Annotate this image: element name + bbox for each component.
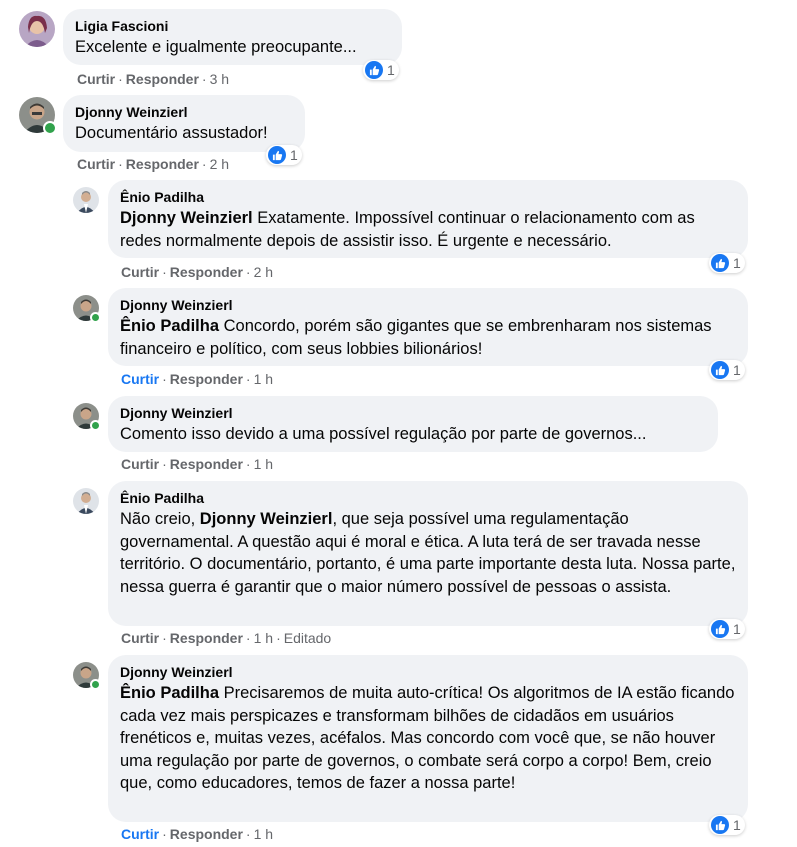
like-button[interactable]: Curtir — [77, 156, 115, 172]
comment-actions: Curtir · Responder · 1 h · Editado — [121, 629, 331, 647]
edited-label[interactable]: Editado — [284, 630, 331, 646]
thumbs-up-icon — [711, 361, 729, 379]
like-button[interactable]: Curtir — [121, 264, 159, 280]
online-status-indicator — [90, 420, 101, 431]
comment-author[interactable]: Djonny Weinzierl — [120, 663, 736, 681]
reaction-count[interactable]: 1 — [363, 60, 399, 80]
reaction-count[interactable]: 1 — [709, 360, 745, 380]
comment-time[interactable]: 3 h — [210, 71, 229, 87]
reaction-count[interactable]: 1 — [709, 619, 745, 639]
separator-dot: · — [162, 264, 167, 280]
thumbs-up-icon — [268, 146, 286, 164]
comment-actions: Curtir · Responder · 1 h — [121, 825, 273, 843]
mention-link[interactable]: Ênio Padilha — [120, 684, 219, 702]
reaction-count-value: 1 — [733, 817, 741, 833]
avatar[interactable] — [73, 488, 99, 514]
separator-dot: · — [118, 156, 123, 172]
comment-time[interactable]: 1 h — [254, 826, 273, 842]
reaction-count-value: 1 — [290, 147, 298, 163]
comment-author[interactable]: Ligia Fascioni — [75, 17, 390, 35]
comment-text: Excelente e igualmente preocupante... — [75, 38, 357, 56]
thumbs-up-icon — [711, 816, 729, 834]
comment-bubble: Djonny Weinzierl Comento isso devido a u… — [108, 396, 718, 452]
separator-dot: · — [201, 71, 207, 87]
separator-dot: · — [276, 630, 281, 646]
avatar[interactable] — [19, 11, 55, 47]
mention-link[interactable]: Djonny Weinzierl — [200, 510, 333, 528]
comment-text: Djonny Weinzierl Exatamente. Impossível … — [120, 207, 736, 252]
reaction-count-value: 1 — [733, 255, 741, 271]
like-button[interactable]: Curtir — [77, 71, 115, 87]
reply-button[interactable]: Responder — [126, 71, 199, 87]
comment-actions: Curtir · Responder · 3 h — [77, 70, 229, 88]
comment-text: Ênio Padilha Precisaremos de muita auto-… — [120, 682, 736, 795]
reaction-count[interactable]: 1 — [266, 145, 302, 165]
comment-bubble: Djonny Weinzierl Documentário assustador… — [63, 95, 305, 152]
comment-bubble: Ênio Padilha Djonny Weinzierl Exatamente… — [108, 180, 748, 258]
like-button[interactable]: Curtir — [121, 630, 159, 646]
reaction-count[interactable]: 1 — [709, 253, 745, 273]
separator-dot: · — [162, 456, 167, 472]
comment-time[interactable]: 1 h — [254, 371, 273, 387]
reaction-count-value: 1 — [733, 362, 741, 378]
mention-link[interactable]: Djonny Weinzierl — [120, 209, 253, 227]
comment-bubble: Djonny Weinzierl Ênio Padilha Concordo, … — [108, 288, 748, 366]
reply-button[interactable]: Responder — [170, 826, 243, 842]
thumbs-up-icon — [365, 61, 383, 79]
reply-button[interactable]: Responder — [170, 456, 243, 472]
online-status-indicator — [90, 312, 101, 323]
avatar[interactable] — [73, 187, 99, 213]
thumbs-up-icon — [711, 620, 729, 638]
separator-dot: · — [245, 371, 251, 387]
comment-actions: Curtir · Responder · 2 h — [77, 155, 229, 173]
comment-author[interactable]: Ênio Padilha — [120, 489, 736, 507]
comment-author[interactable]: Djonny Weinzierl — [120, 296, 736, 314]
comment-text: Documentário assustador! — [75, 124, 268, 142]
separator-dot: · — [162, 630, 167, 646]
comment-time[interactable]: 1 h — [254, 630, 273, 646]
reaction-count-value: 1 — [733, 621, 741, 637]
separator-dot: · — [201, 156, 207, 172]
separator-dot: · — [245, 456, 251, 472]
comment-actions: Curtir · Responder · 2 h — [121, 263, 273, 281]
reply-button[interactable]: Responder — [170, 264, 243, 280]
comment-author[interactable]: Djonny Weinzierl — [75, 103, 293, 121]
reaction-count[interactable]: 1 — [709, 815, 745, 835]
online-status-indicator — [43, 121, 57, 135]
comment-text: Ênio Padilha Concordo, porém são gigante… — [120, 315, 736, 360]
comment-author[interactable]: Ênio Padilha — [120, 188, 736, 206]
comment-bubble: Ligia Fascioni Excelente e igualmente pr… — [63, 9, 402, 65]
like-button[interactable]: Curtir — [121, 456, 159, 472]
like-button[interactable]: Curtir — [121, 826, 159, 842]
comment-time[interactable]: 2 h — [210, 156, 229, 172]
separator-dot: · — [162, 826, 167, 842]
separator-dot: · — [245, 826, 251, 842]
separator-dot: · — [245, 264, 251, 280]
comment-text: Comento isso devido a uma possível regul… — [120, 425, 647, 443]
separator-dot: · — [118, 71, 123, 87]
comment-bubble: Djonny Weinzierl Ênio Padilha Precisarem… — [108, 655, 748, 822]
mention-link[interactable]: Ênio Padilha — [120, 317, 219, 335]
comment-time[interactable]: 2 h — [254, 264, 273, 280]
comment-time[interactable]: 1 h — [254, 456, 273, 472]
online-status-indicator — [90, 679, 101, 690]
comment-body-prefix: Não creio, — [120, 510, 200, 528]
comment-text: Não creio, Djonny Weinzierl, que seja po… — [120, 508, 736, 598]
comment-actions: Curtir · Responder · 1 h — [121, 370, 273, 388]
thumbs-up-icon — [711, 254, 729, 272]
reply-button[interactable]: Responder — [170, 371, 243, 387]
reply-button[interactable]: Responder — [126, 156, 199, 172]
comment-author[interactable]: Djonny Weinzierl — [120, 404, 706, 422]
comment-actions: Curtir · Responder · 1 h — [121, 455, 273, 473]
like-button[interactable]: Curtir — [121, 371, 159, 387]
separator-dot: · — [245, 630, 251, 646]
reply-button[interactable]: Responder — [170, 630, 243, 646]
separator-dot: · — [162, 371, 167, 387]
comment-bubble: Ênio Padilha Não creio, Djonny Weinzierl… — [108, 481, 748, 626]
reaction-count-value: 1 — [387, 62, 395, 78]
